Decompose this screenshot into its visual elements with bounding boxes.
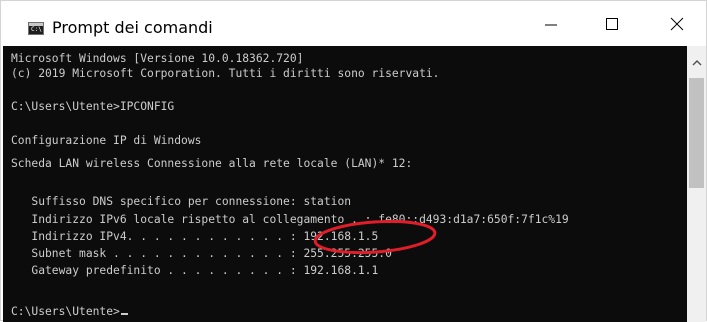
scrollbar-thumb[interactable] bbox=[689, 78, 704, 188]
minimize-icon bbox=[545, 24, 557, 25]
console-line: (c) 2019 Microsoft Corporation. Tutti i … bbox=[11, 67, 440, 80]
text-cursor bbox=[120, 313, 128, 315]
console-line: Gateway predefinito . . . . . . . . . : … bbox=[11, 264, 379, 277]
window-title: Prompt dei comandi bbox=[52, 18, 213, 37]
console-line: Indirizzo IPv4. . . . . . . . . . . . : … bbox=[11, 230, 379, 243]
console-line: C:\Users\Utente>IPCONFIG bbox=[11, 100, 175, 113]
console-line: Scheda LAN wireless Connessione alla ret… bbox=[11, 157, 413, 170]
console-line: Microsoft Windows [Versione 10.0.18362.7… bbox=[11, 52, 304, 65]
maximize-icon bbox=[606, 17, 618, 30]
vertical-scrollbar[interactable] bbox=[687, 46, 706, 322]
chevron-up-icon bbox=[692, 59, 701, 65]
cmd-window: C:\ Prompt dei comandi Microsoft Windows… bbox=[0, 0, 707, 322]
close-button[interactable] bbox=[654, 1, 700, 46]
prompt-text: C:\Users\Utente> bbox=[11, 305, 120, 318]
console-line: Suffisso DNS specifico per connessione: … bbox=[11, 195, 352, 208]
console-line: Configurazione IP di Windows bbox=[11, 134, 202, 147]
console-line: Indirizzo IPv6 locale rispetto al colleg… bbox=[11, 213, 569, 226]
cmd-app-icon: C:\ bbox=[28, 22, 44, 35]
scroll-up-button[interactable] bbox=[687, 54, 706, 70]
maximize-button[interactable] bbox=[589, 1, 635, 46]
close-icon bbox=[670, 17, 684, 30]
title-bar[interactable]: C:\ Prompt dei comandi bbox=[1, 1, 706, 46]
minimize-button[interactable] bbox=[528, 1, 574, 46]
prompt-line: C:\Users\Utente> bbox=[11, 305, 128, 319]
console-output[interactable]: Microsoft Windows [Versione 10.0.18362.7… bbox=[3, 46, 687, 322]
console-line: Subnet mask . . . . . . . . . . . . . : … bbox=[11, 247, 392, 260]
